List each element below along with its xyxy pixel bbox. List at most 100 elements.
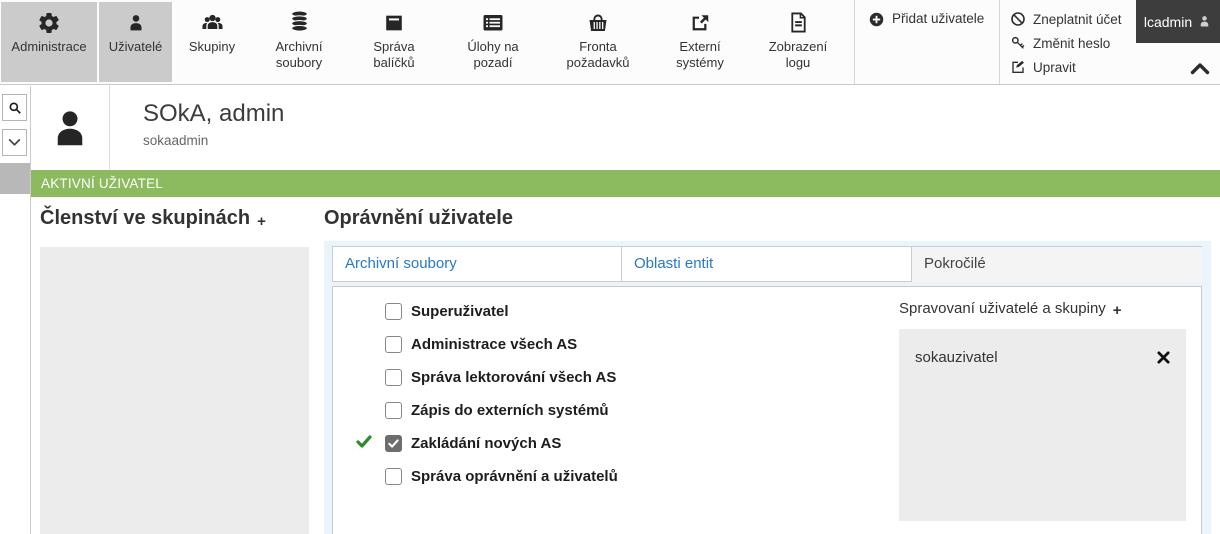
list-item: sokauzivatel bbox=[899, 329, 1186, 366]
group-membership-panel: Členství ve skupinách + bbox=[40, 197, 309, 534]
tab-oblasti-entit[interactable]: Oblasti entit bbox=[622, 247, 912, 282]
badge-username: lcadmin bbox=[1143, 13, 1193, 30]
checkbox[interactable] bbox=[385, 335, 402, 353]
permissions-tabs: Archivní soubory Oblasti entit Pokročilé bbox=[332, 246, 1202, 282]
green-check-icon bbox=[356, 435, 372, 448]
toolbar-item-label: Archivní soubory bbox=[275, 39, 323, 70]
managed-users-list: sokauzivatel bbox=[899, 329, 1186, 521]
chevron-up-icon bbox=[1190, 62, 1210, 75]
group-membership-list[interactable] bbox=[40, 247, 309, 534]
task-list-icon bbox=[481, 9, 505, 36]
gear-icon bbox=[37, 9, 61, 36]
checkbox[interactable] bbox=[385, 467, 402, 485]
checkbox-label: Zápis do externích systémů bbox=[411, 401, 609, 419]
managed-user-name: sokauzivatel bbox=[915, 349, 998, 366]
permission-checkbox-list: Superuživatel Administrace všech AS Sprá… bbox=[333, 287, 899, 534]
add-user-button[interactable]: Přidat uživatele bbox=[855, 0, 999, 84]
content-area: Členství ve skupinách + Oprávnění uživate… bbox=[31, 197, 1220, 534]
add-user-label: Přidat uživatele bbox=[892, 11, 985, 26]
key-icon bbox=[1010, 35, 1026, 51]
change-password-button[interactable]: Změnit heslo bbox=[1010, 31, 1136, 55]
toolbar-item-ulohy-na-pozadi[interactable]: Úlohy na pozadí bbox=[442, 2, 544, 82]
username: sokaadmin bbox=[143, 133, 209, 148]
edit-button[interactable]: Upravit bbox=[1010, 55, 1136, 79]
section-title-text: Členství ve skupinách bbox=[40, 207, 251, 229]
toolbar-item-uzivatele[interactable]: Uživatelé bbox=[99, 2, 172, 82]
add-managed-user-button[interactable]: + bbox=[1113, 302, 1122, 319]
permissions-panel: Oprávnění uživatele Archivní soubory Obl… bbox=[324, 197, 1211, 534]
tab-label: Archivní soubory bbox=[345, 255, 457, 272]
permission-row-sprava-opravneni: Správa oprávnění a uživatelů bbox=[385, 465, 899, 487]
group-membership-title: Členství ve skupinách + bbox=[40, 204, 309, 234]
toolbar-item-externi-systemy[interactable]: Externí systémy bbox=[652, 2, 748, 82]
tab-label: Oblasti entit bbox=[634, 255, 714, 272]
external-link-icon bbox=[689, 9, 711, 36]
status-badge: AKTIVNÍ UŽIVATEL bbox=[31, 170, 1220, 197]
checkbox-label: Správa oprávnění a uživatelů bbox=[411, 467, 618, 485]
user-profile-header: SOkA, admin sokaadmin bbox=[31, 85, 1220, 170]
toolbar-item-skupiny[interactable]: Skupiny bbox=[174, 2, 250, 82]
toolbar-item-administrace[interactable]: Administrace bbox=[1, 2, 97, 82]
toolbar-item-label: Zobrazení logu bbox=[768, 39, 828, 70]
toolbar-item-label: Externí systémy bbox=[676, 39, 724, 70]
permission-row-zakladani-novych-as: Zakládání nových AS bbox=[356, 432, 899, 454]
permissions-title: Oprávnění uživatele bbox=[324, 207, 513, 229]
document-icon bbox=[788, 9, 809, 36]
action-label: Zneplatnit účet bbox=[1033, 11, 1122, 27]
tab-archivni-soubory[interactable]: Archivní soubory bbox=[332, 247, 622, 282]
toolbar-item-archivni-soubory[interactable]: Archivní soubory bbox=[252, 2, 346, 82]
permissions-container: Archivní soubory Oblasti entit Pokročilé bbox=[324, 241, 1211, 534]
section-title-text: Spravovaní uživatelé a skupiny bbox=[899, 300, 1106, 317]
toolbar-item-label: Fronta požadavků bbox=[566, 39, 630, 70]
permission-row-superuzivatel: Superuživatel bbox=[385, 300, 899, 322]
rail-selection-block[interactable] bbox=[0, 163, 30, 194]
checkbox[interactable] bbox=[385, 368, 402, 386]
toolbar-item-sprava-balicku[interactable]: Správa balíčků bbox=[348, 2, 440, 82]
expand-button[interactable] bbox=[2, 129, 27, 156]
toolbar-item-label: Uživatelé bbox=[108, 39, 163, 54]
remove-item-button[interactable] bbox=[1157, 351, 1170, 364]
checkbox[interactable] bbox=[385, 302, 402, 320]
main-area: SOkA, admin sokaadmin AKTIVNÍ UŽIVATEL Č… bbox=[31, 85, 1220, 534]
collapse-toolbar-button[interactable] bbox=[1190, 62, 1210, 75]
advanced-permissions-card: Superuživatel Administrace všech AS Sprá… bbox=[332, 286, 1202, 534]
toolbar-item-label: Skupiny bbox=[188, 39, 236, 54]
add-group-button[interactable]: + bbox=[257, 213, 266, 230]
toolbar-item-zobrazeni-logu[interactable]: Zobrazení logu bbox=[750, 2, 846, 82]
permission-row-administrace-vsech-as: Administrace všech AS bbox=[385, 333, 899, 355]
app-window: Administrace Uživatelé Skupiny Archivní … bbox=[0, 0, 1220, 534]
package-box-icon bbox=[383, 9, 405, 36]
users-group-icon bbox=[200, 9, 225, 36]
toolbar-item-label: Správa balíčků bbox=[373, 39, 415, 70]
plus-circle-icon bbox=[868, 11, 885, 28]
search-icon bbox=[8, 101, 22, 115]
checkbox-label: Administrace všech AS bbox=[411, 335, 578, 353]
checkbox-label: Správa lektorování všech AS bbox=[411, 368, 617, 386]
user-icon bbox=[1197, 14, 1212, 29]
logged-in-user-badge[interactable]: lcadmin bbox=[1136, 0, 1220, 43]
ban-circle-icon bbox=[1010, 11, 1026, 27]
action-label: Upravit bbox=[1033, 59, 1076, 75]
toolbar-item-label: Administrace bbox=[11, 39, 87, 54]
action-label: Změnit heslo bbox=[1033, 35, 1111, 51]
page-title: SOkA, admin bbox=[143, 100, 285, 127]
basket-icon bbox=[586, 9, 610, 36]
tab-pokrocile[interactable]: Pokročilé bbox=[912, 247, 1202, 282]
invalidate-account-button[interactable]: Zneplatnit účet bbox=[1010, 7, 1136, 31]
permission-row-zapis-do-externich: Zápis do externích systémů bbox=[385, 399, 899, 421]
checkbox[interactable] bbox=[385, 401, 402, 419]
toolbar-item-fronta-pozadavku[interactable]: Fronta požadavků bbox=[546, 2, 650, 82]
toolbar-item-label: Úlohy na pozadí bbox=[467, 39, 519, 70]
left-rail bbox=[0, 86, 31, 534]
checkbox-checked[interactable] bbox=[385, 434, 402, 452]
user-identity: SOkA, admin sokaadmin bbox=[110, 85, 284, 170]
database-icon bbox=[288, 9, 311, 36]
chevron-down-icon bbox=[8, 138, 21, 147]
top-toolbar: Administrace Uživatelé Skupiny Archivní … bbox=[0, 0, 1220, 85]
checkbox-label: Superuživatel bbox=[411, 302, 509, 320]
avatar bbox=[31, 85, 110, 170]
toolbar-right-group: Přidat uživatele Zneplatnit účet Změnit … bbox=[854, 0, 1136, 84]
user-actions: Zneplatnit účet Změnit heslo Upravit bbox=[1000, 0, 1136, 84]
search-button[interactable] bbox=[2, 94, 27, 121]
managed-users-title: Spravovaní uživatelé a skupiny + bbox=[899, 300, 1186, 319]
